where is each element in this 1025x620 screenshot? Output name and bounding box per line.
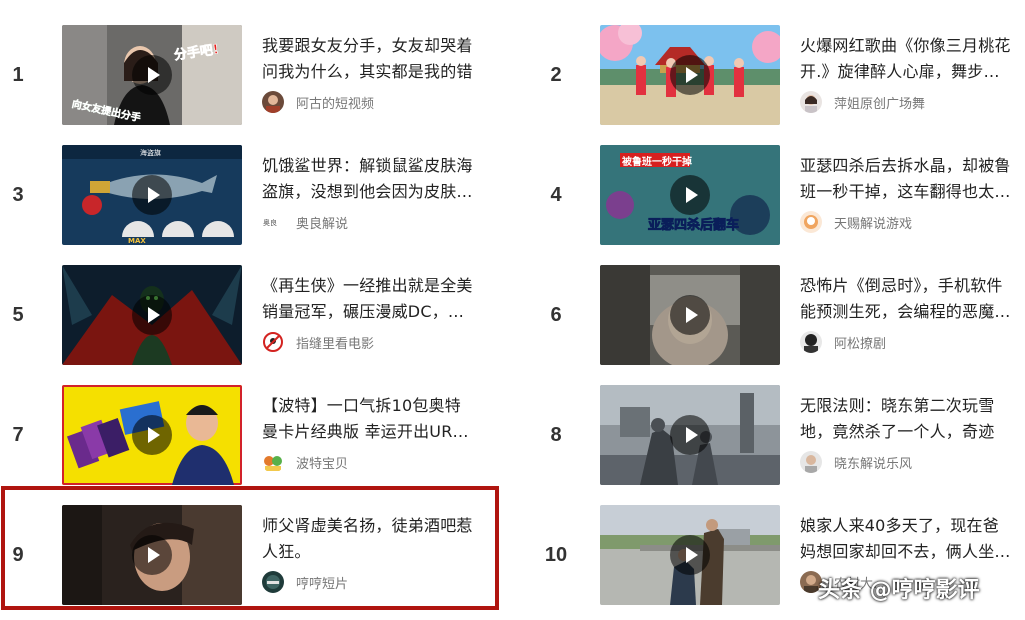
author-name[interactable]: 萍姐原创广场舞 bbox=[834, 93, 925, 112]
video-title[interactable]: 娘家人来40多天了，现在爸妈想回家却回不去，俩人坐… bbox=[800, 513, 1012, 565]
rank-number: 1 bbox=[12, 64, 24, 86]
play-icon[interactable] bbox=[670, 295, 710, 335]
list-item[interactable]: 5 《再生侠》一经推出就是全美销量冠军，碾压漫威DC，… 指缝里看电影 bbox=[0, 265, 480, 365]
video-thumbnail[interactable]: 分手吧! 向女友提出分手 bbox=[62, 25, 242, 125]
play-icon[interactable] bbox=[132, 175, 172, 215]
video-thumbnail[interactable] bbox=[62, 385, 242, 485]
video-thumbnail[interactable] bbox=[62, 265, 242, 365]
avatar[interactable] bbox=[800, 451, 822, 473]
author-row[interactable]: 晓东解说乐风 bbox=[800, 451, 912, 473]
play-icon[interactable] bbox=[670, 535, 710, 575]
video-thumbnail[interactable] bbox=[600, 505, 780, 605]
video-title[interactable]: 【波特】一口气拆10包奥特曼卡片经典版 幸运开出UR… bbox=[262, 393, 474, 445]
rank-number: 8 bbox=[550, 424, 562, 446]
author-name[interactable]: 阿古的短视频 bbox=[296, 93, 374, 112]
video-title[interactable]: 无限法则：晓东第二次玩雪地，竟然杀了一个人，奇迹 bbox=[800, 393, 1012, 445]
video-title[interactable]: 火爆网红歌曲《你像三月桃花开.》旋律醉人心扉，舞步… bbox=[800, 33, 1012, 85]
author-row[interactable]: 天赐解说游戏 bbox=[800, 211, 912, 233]
author-row[interactable]: 阿松撩剧 bbox=[800, 331, 886, 353]
play-icon[interactable] bbox=[132, 55, 172, 95]
play-icon[interactable] bbox=[670, 55, 710, 95]
video-thumbnail[interactable] bbox=[600, 385, 780, 485]
author-name[interactable]: 波特宝贝 bbox=[296, 453, 348, 472]
author-row[interactable]: 萍姐原创广场舞 bbox=[800, 91, 925, 113]
thumbnail-caption: 海盗旗 bbox=[140, 148, 161, 157]
author-row[interactable]: 指缝里看电影 bbox=[262, 331, 374, 353]
author-name[interactable]: 奥良解说 bbox=[296, 213, 348, 232]
svg-text:奥良: 奥良 bbox=[263, 218, 277, 227]
rank-number: 2 bbox=[550, 64, 562, 86]
video-thumbnail[interactable]: 海盗旗 MAX bbox=[62, 145, 242, 245]
rank-number: 4 bbox=[550, 184, 562, 206]
list-item[interactable]: 6 恐怖片《倒忌时》，手机软件能预测生死，会编程的恶魔… 阿松撩剧 bbox=[538, 265, 1018, 365]
play-icon[interactable] bbox=[670, 175, 710, 215]
avatar[interactable] bbox=[800, 91, 822, 113]
rank-number: 10 bbox=[544, 544, 568, 566]
rank-number: 5 bbox=[12, 304, 24, 326]
video-thumbnail[interactable]: 被鲁班一秒干掉 亚瑟四杀后翻车 bbox=[600, 145, 780, 245]
highlight-frame bbox=[1, 486, 499, 610]
avatar[interactable] bbox=[800, 211, 822, 233]
list-item[interactable]: 8 无限法则：晓东第二次玩雪地，竟然杀了一个人，奇迹 晓东解说乐风 bbox=[538, 385, 1018, 485]
video-title[interactable]: 饥饿鲨世界：解锁鼠鲨皮肤海盗旗，没想到他会因为皮肤… bbox=[262, 153, 474, 205]
watermark-text: 头条 @哼哼影评 bbox=[818, 578, 980, 603]
thumbnail-caption: MAX bbox=[128, 237, 146, 245]
list-item[interactable]: 2 火爆网红歌曲《你像三月桃花开.》旋律醉人心扉，舞步… 萍姐原创广场舞 bbox=[538, 25, 1018, 125]
rank-number: 7 bbox=[12, 424, 24, 446]
author-row[interactable]: 阿古的短视频 bbox=[262, 91, 374, 113]
author-name[interactable]: 晓东解说乐风 bbox=[834, 453, 912, 472]
video-thumbnail[interactable] bbox=[600, 25, 780, 125]
avatar[interactable]: 奥良 bbox=[262, 211, 284, 233]
rank-number: 3 bbox=[12, 184, 24, 206]
thumbnail-caption: 被鲁班一秒干掉 bbox=[622, 155, 692, 168]
play-icon[interactable] bbox=[132, 415, 172, 455]
video-title[interactable]: 《再生侠》一经推出就是全美销量冠军，碾压漫威DC，… bbox=[262, 273, 474, 325]
author-name[interactable]: 阿松撩剧 bbox=[834, 333, 886, 352]
avatar[interactable] bbox=[262, 331, 284, 353]
play-icon[interactable] bbox=[670, 415, 710, 455]
thumbnail-caption: 亚瑟四杀后翻车 bbox=[648, 217, 739, 233]
list-item[interactable]: 4 被鲁班一秒干掉 亚瑟四杀后翻车 亚瑟四杀后去拆水晶，却被鲁班一秒干掉，这车翻… bbox=[538, 145, 1018, 245]
video-title[interactable]: 亚瑟四杀后去拆水晶，却被鲁班一秒干掉，这车翻得也太… bbox=[800, 153, 1012, 205]
list-item[interactable]: 1 分手吧! 向女友提出分手 我要跟女友分手，女友却哭着问我为什么，其实都是我的… bbox=[0, 25, 480, 125]
avatar[interactable] bbox=[800, 331, 822, 353]
author-row[interactable]: 奥良 奥良解说 bbox=[262, 211, 348, 233]
author-name[interactable]: 天赐解说游戏 bbox=[834, 213, 912, 232]
video-title[interactable]: 恐怖片《倒忌时》，手机软件能预测生死，会编程的恶魔… bbox=[800, 273, 1012, 325]
list-item[interactable]: 7 【波特】一口气拆10包奥特曼卡片经典版 幸运开出UR… 波特宝贝 bbox=[0, 385, 480, 485]
video-thumbnail[interactable] bbox=[600, 265, 780, 365]
list-item[interactable]: 3 海盗旗 MAX 饥饿鲨世界：解锁鼠鲨皮肤海盗旗，没想到他会因为皮肤… 奥良 … bbox=[0, 145, 480, 245]
avatar[interactable] bbox=[262, 91, 284, 113]
author-row[interactable]: 波特宝贝 bbox=[262, 451, 348, 473]
play-icon[interactable] bbox=[132, 295, 172, 335]
avatar[interactable] bbox=[262, 451, 284, 473]
video-title[interactable]: 我要跟女友分手，女友却哭着问我为什么，其实都是我的错 bbox=[262, 33, 474, 85]
author-name[interactable]: 指缝里看电影 bbox=[296, 333, 374, 352]
rank-number: 6 bbox=[550, 304, 562, 326]
